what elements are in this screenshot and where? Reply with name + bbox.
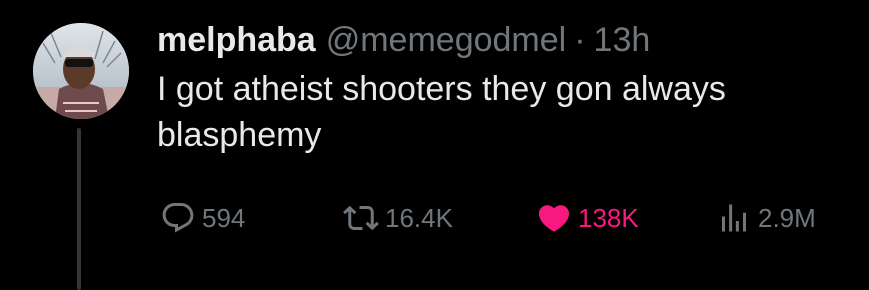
reply-bubble-icon <box>162 203 194 233</box>
retweet-arrows-icon <box>343 205 379 231</box>
user-handle[interactable]: @memegodmel <box>326 18 567 62</box>
bar-chart-icon <box>722 204 746 232</box>
avatar-photo <box>33 23 129 119</box>
tweet-text: I got atheist shooters they gon always b… <box>157 70 726 154</box>
display-name[interactable]: melphaba <box>157 18 316 62</box>
avatar[interactable] <box>33 23 129 119</box>
timestamp[interactable]: 13h <box>594 18 651 62</box>
tweet-content: melphaba @memegodmel · 13h I got atheist… <box>157 18 857 158</box>
reply-button[interactable]: 594 <box>160 198 245 238</box>
like-count: 138K <box>578 202 639 233</box>
tweet[interactable]: melphaba @memegodmel · 13h I got atheist… <box>0 0 869 290</box>
separator-dot: · <box>574 21 586 59</box>
reply-count: 594 <box>202 202 246 233</box>
heart-filled-icon <box>538 205 570 232</box>
views-button[interactable]: 2.9M <box>716 198 816 238</box>
thread-connector-line <box>77 128 81 290</box>
views-count: 2.9M <box>758 202 816 233</box>
like-button[interactable]: 138K <box>536 198 639 238</box>
retweet-button[interactable]: 16.4K <box>343 198 453 238</box>
action-bar: 594 16.4K 138K 2.9M <box>160 198 850 238</box>
tweet-header: melphaba @memegodmel · 13h <box>157 18 857 62</box>
retweet-count: 16.4K <box>385 202 453 233</box>
